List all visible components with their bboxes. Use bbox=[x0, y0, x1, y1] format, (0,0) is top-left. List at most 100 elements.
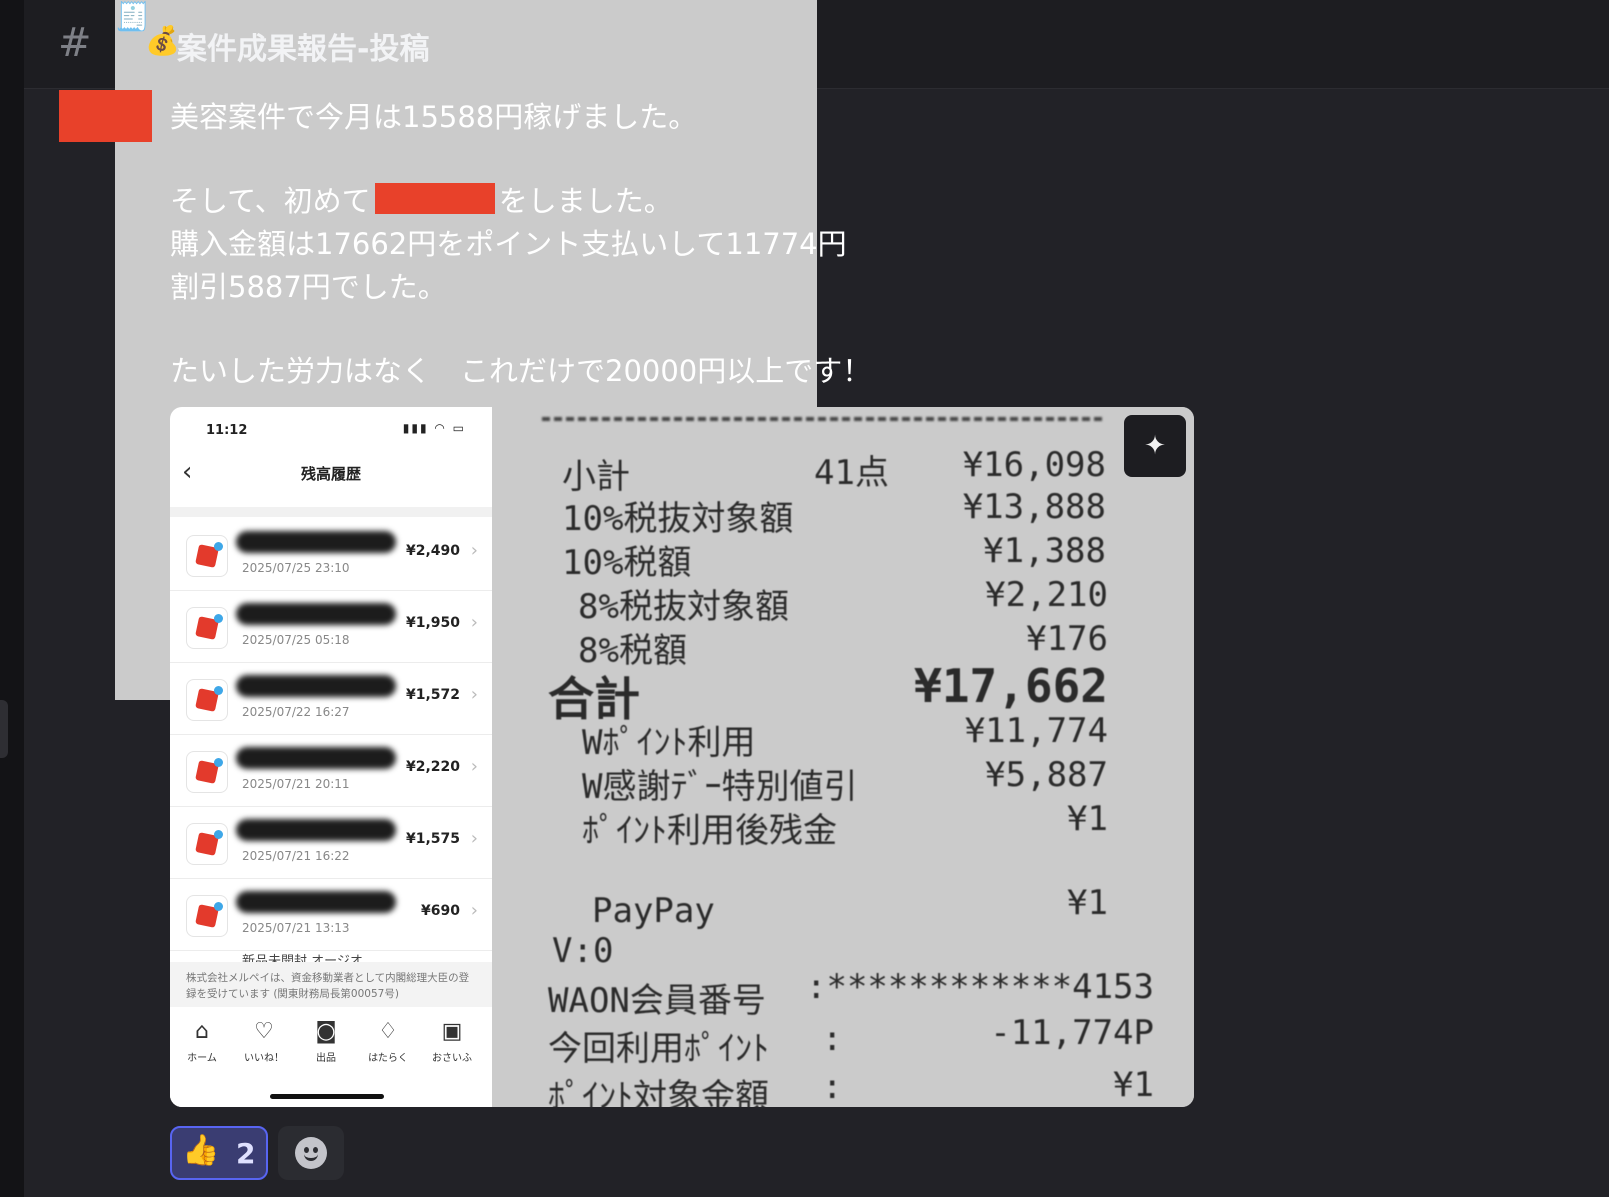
receipt-this-points-colon: : bbox=[822, 1019, 843, 1059]
tab-home: ⌂ ホーム bbox=[170, 1019, 234, 1064]
receipt-v-line: V:0 bbox=[552, 931, 614, 971]
receipt-partial-colon: : bbox=[822, 1067, 843, 1107]
blurred-item-name bbox=[236, 819, 396, 841]
mercari-icon bbox=[186, 751, 228, 793]
blurred-item-name bbox=[236, 531, 396, 553]
status-icons: ▮▮▮ ◠ ▭ bbox=[402, 421, 466, 435]
hash-icon: # bbox=[58, 20, 92, 66]
receipt-paypay-label: PayPay bbox=[592, 891, 715, 931]
receipt-discount-value: ¥5,887 bbox=[985, 755, 1108, 795]
sparkle-icon[interactable]: ✦ bbox=[1124, 415, 1186, 477]
camera-icon: ◙ bbox=[315, 1019, 337, 1044]
mercari-icon bbox=[186, 607, 228, 649]
redacted-text bbox=[374, 183, 495, 214]
txn-amount: ¥1,575 bbox=[405, 831, 460, 847]
transaction-row: 2025/07/25 05:18 ¥1,950 › bbox=[170, 589, 492, 663]
receipt-partial-label: ﾎﾟｲﾝﾄ対象金額 bbox=[548, 1077, 769, 1107]
message-line-4: 割引5887円でした。 bbox=[170, 270, 447, 304]
receipt-balance-label: ﾎﾟｲﾝﾄ利用後残金 bbox=[582, 811, 837, 851]
txn-date: 2025/07/22 16:27 bbox=[242, 705, 350, 719]
txn-amount: ¥1,950 bbox=[405, 615, 460, 631]
receipt-this-points-value: -11,774P bbox=[990, 1013, 1154, 1053]
thumbs-up-icon: 👍 bbox=[182, 1133, 220, 1168]
money-bag-icon: 💰 bbox=[145, 24, 180, 57]
license-footer: 株式会社メルペイは、資金移動業者として内閣総理大臣の登録を受けています (関東財… bbox=[170, 962, 492, 1007]
receipt-waon-label: WAON会員番号 bbox=[548, 981, 766, 1021]
mercari-icon bbox=[186, 895, 228, 937]
image-attachment[interactable]: 11:12 ▮▮▮ ◠ ▭ ‹ 残高履歴 2025/07/25 23:10 ¥2… bbox=[170, 407, 1194, 1107]
message-line-1: 美容案件で今月は15588円稼げました。 bbox=[170, 100, 698, 134]
home-indicator bbox=[270, 1094, 384, 1099]
message-line-3: 購入金額は17662円をポイント支払いして11774円 bbox=[170, 227, 847, 261]
receipt-paypay-value: ¥1 bbox=[1067, 883, 1108, 923]
txn-amount: ¥2,490 bbox=[405, 543, 460, 559]
receipt-partial-value: ¥1 bbox=[1113, 1065, 1154, 1105]
history-title: 残高履歴 bbox=[300, 465, 361, 483]
blurred-item-name bbox=[236, 675, 396, 697]
txn-date: 2025/07/21 13:13 bbox=[242, 921, 350, 935]
blurred-item-name bbox=[236, 747, 396, 769]
receipt-tax8-base-value: ¥2,210 bbox=[985, 575, 1108, 615]
phone-screenshot: 11:12 ▮▮▮ ◠ ▭ ‹ 残高履歴 2025/07/25 23:10 ¥2… bbox=[170, 407, 492, 1107]
txn-amount: ¥2,220 bbox=[405, 759, 460, 775]
receipt-dashed-line bbox=[542, 417, 1102, 421]
chevron-right-icon: › bbox=[470, 828, 478, 849]
channel-title: 案件成果報告-投稿 bbox=[177, 32, 430, 67]
redacted-username bbox=[59, 90, 152, 142]
receipt-tax10-base-value: ¥13,888 bbox=[962, 487, 1106, 527]
mercari-icon bbox=[186, 535, 228, 577]
rail-handle[interactable] bbox=[0, 700, 8, 758]
receipt-tax8-value: ¥176 bbox=[1026, 619, 1108, 659]
chevron-right-icon: › bbox=[470, 540, 478, 561]
message-line-5: たいした労力はなく これだけで20000円以上です！ bbox=[170, 354, 872, 388]
home-icon: ⌂ bbox=[195, 1019, 209, 1044]
divider bbox=[170, 507, 492, 517]
phone-tab-bar: ⌂ ホーム ♡ いいね！ ◙ 出品 ♢ はたらく ▣ おさいふ bbox=[170, 1007, 492, 1107]
txn-date: 2025/07/21 16:22 bbox=[242, 849, 350, 863]
receipt-tax10-label: 10%税額 bbox=[562, 543, 692, 583]
add-reaction-button[interactable] bbox=[278, 1126, 344, 1180]
receipt-tax10-base-label: 10%税抜対象額 bbox=[562, 499, 794, 539]
txn-date: 2025/07/21 20:11 bbox=[242, 777, 350, 791]
mercari-icon bbox=[186, 823, 228, 865]
receipt-photo: 小計 41点 ¥16,098 10%税抜対象額 ¥13,888 10%税額 ¥1… bbox=[492, 407, 1194, 1107]
message-line-2-start: そして、初めて bbox=[170, 184, 371, 218]
receipt-balance-value: ¥1 bbox=[1067, 799, 1108, 839]
txn-amount: ¥1,572 bbox=[405, 687, 460, 703]
receipt-waon-value: :************4153 bbox=[806, 967, 1154, 1007]
bag-icon: ♢ bbox=[378, 1019, 398, 1044]
license-text: 株式会社メルペイは、資金移動業者として内閣総理大臣の登録を受けています (関東財… bbox=[186, 972, 470, 1000]
tab-wallet: ▣ おさいふ bbox=[420, 1019, 484, 1064]
txn-date: 2025/07/25 05:18 bbox=[242, 633, 350, 647]
chevron-right-icon: › bbox=[470, 612, 478, 633]
channel-header: # 🧾 💰 案件成果報告-投稿 bbox=[24, 0, 1609, 700]
reaction-thumbs-up[interactable]: 👍 2 bbox=[170, 1126, 268, 1180]
message-line-2-end: をしました。 bbox=[498, 184, 673, 218]
receipt-tax10-value: ¥1,388 bbox=[983, 531, 1106, 571]
wallet-icon: ▣ bbox=[441, 1019, 463, 1044]
receipt-points-used-value: ¥11,774 bbox=[964, 711, 1108, 751]
tab-sell: ◙ 出品 bbox=[294, 1019, 358, 1064]
receipt-discount-label: W感謝ﾃﾞｰ特別値引 bbox=[582, 767, 858, 807]
chat-main: # 🧾 💰 案件成果報告-投稿 美容案件で今月は15588円稼げました。 そして… bbox=[24, 0, 1609, 1197]
transaction-row: 2025/07/21 20:11 ¥2,220 › bbox=[170, 733, 492, 807]
smiley-icon bbox=[295, 1137, 327, 1169]
transaction-row: 2025/07/22 16:27 ¥1,572 › bbox=[170, 661, 492, 735]
receipt-points-used-label: Wﾎﾟｲﾝﾄ利用 bbox=[582, 723, 756, 763]
tab-likes: ♡ いいね！ bbox=[232, 1019, 296, 1064]
receipt-tax8-base-label: 8%税抜対象額 bbox=[578, 587, 789, 627]
left-rail bbox=[0, 0, 24, 1197]
message-line-2: そして、初めて をしました。 bbox=[170, 178, 673, 220]
reaction-count: 2 bbox=[236, 1137, 256, 1170]
mercari-icon bbox=[186, 679, 228, 721]
chevron-right-icon: › bbox=[470, 900, 478, 921]
status-time: 11:12 bbox=[206, 423, 248, 438]
tab-work: ♢ はたらく bbox=[356, 1019, 420, 1064]
receipt-this-points-label: 今回利用ﾎﾟｲﾝﾄ bbox=[548, 1029, 769, 1069]
txn-date: 2025/07/25 23:10 bbox=[242, 561, 350, 575]
heart-icon: ♡ bbox=[254, 1019, 274, 1044]
blurred-item-name bbox=[236, 603, 396, 625]
receipt-subtotal-value: ¥16,098 bbox=[962, 445, 1106, 485]
transaction-row: 2025/07/21 13:13 ¥690 › bbox=[170, 877, 492, 951]
transaction-row: 2025/07/21 16:22 ¥1,575 › bbox=[170, 805, 492, 879]
